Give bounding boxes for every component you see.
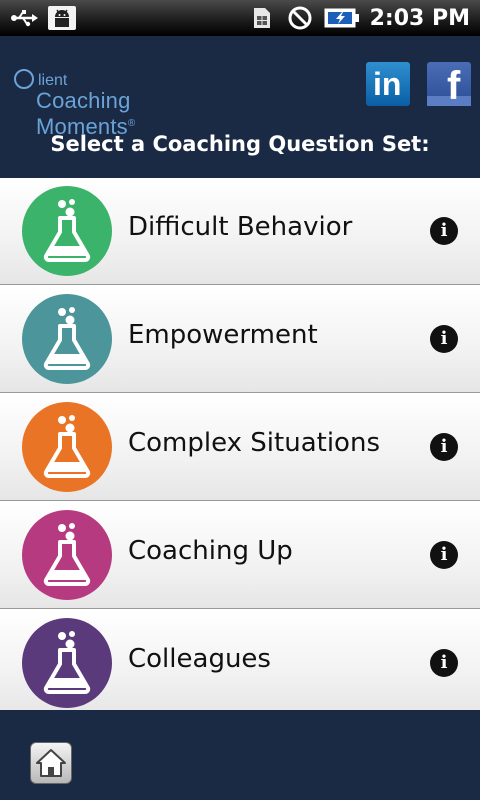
list-item-colleagues[interactable]: Colleagues i [0,609,480,717]
info-icon[interactable]: i [430,541,458,569]
info-icon[interactable]: i [430,649,458,677]
app-header: lient Coaching Moments® in f Select a Co… [0,36,480,178]
app-logo: lient Coaching Moments® [6,52,226,139]
list-item-label: Complex Situations [128,428,380,458]
home-button[interactable] [30,742,72,784]
android-debug-icon [48,6,76,30]
linkedin-icon: in [373,66,402,102]
logo-c-mark [14,69,34,89]
page-prompt: Select a Coaching Question Set: [50,132,430,156]
flask-icon [22,618,112,708]
battery-charging-icon [324,6,360,30]
question-set-list: Difficult Behavior i Empowerment i Compl… [0,178,480,717]
flask-icon [22,402,112,492]
list-item-empowerment[interactable]: Empowerment i [0,285,480,393]
logo-registered-mark: ® [127,118,136,129]
flask-icon [22,186,112,276]
sim-card-icon [248,6,276,30]
app-footer [0,710,480,800]
status-bar: 2:03 PM [0,0,480,36]
facebook-button[interactable]: f [427,62,471,108]
list-item-difficult-behavior[interactable]: Difficult Behavior i [0,178,480,285]
linkedin-button[interactable]: in [366,62,410,106]
list-item-label: Empowerment [128,320,318,350]
info-icon[interactable]: i [430,325,458,353]
list-item-label: Coaching Up [128,536,293,566]
status-time: 2:03 PM [369,5,470,31]
no-signal-icon [286,6,314,30]
info-icon[interactable]: i [430,433,458,461]
list-item-label: Difficult Behavior [128,212,353,242]
usb-icon [10,6,38,30]
info-icon[interactable]: i [430,217,458,245]
facebook-icon: f [447,64,461,108]
list-item-label: Colleagues [128,644,271,674]
flask-icon [22,294,112,384]
list-item-coaching-up[interactable]: Coaching Up i [0,501,480,609]
list-item-complex-situations[interactable]: Complex Situations i [0,393,480,501]
home-icon [36,749,66,777]
flask-icon [22,510,112,600]
